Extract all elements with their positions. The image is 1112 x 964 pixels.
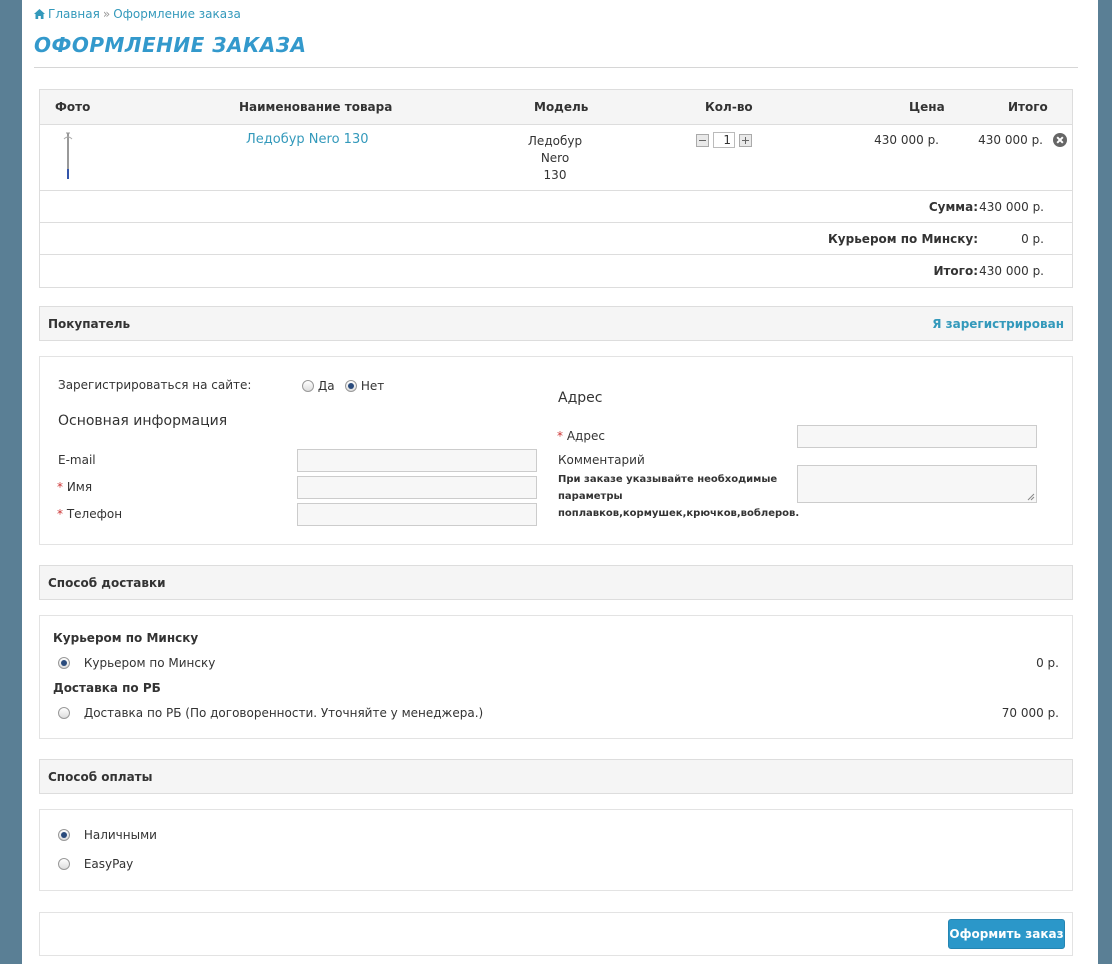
col-price: Цена bbox=[909, 100, 945, 114]
payment-heading: Способ оплаты bbox=[48, 770, 153, 784]
address-label-text: Адрес bbox=[566, 429, 605, 443]
name-field[interactable] bbox=[297, 476, 537, 499]
comment-textarea[interactable] bbox=[797, 465, 1037, 503]
main-info-heading: Основная информация bbox=[58, 413, 228, 429]
payment-option-easypay[interactable]: EasyPay bbox=[58, 857, 133, 871]
totals-row-sum: Сумма: 430 000 р. bbox=[40, 191, 1072, 223]
cart-item-row: Ледобур Nero 130 Ледобур Nero 130 1 430 … bbox=[40, 125, 1072, 191]
cart-table: Фото Наименование товара Модель Кол-во Ц… bbox=[39, 89, 1073, 288]
home-icon bbox=[34, 9, 45, 19]
comment-hint: При заказе указывайте необходимые параме… bbox=[558, 471, 799, 522]
product-thumbnail[interactable] bbox=[62, 131, 74, 181]
buyer-panel: Зарегистрироваться на сайте: Да Нет Осно… bbox=[39, 356, 1073, 545]
title-divider bbox=[34, 67, 1078, 68]
name-required-mark: * bbox=[57, 480, 63, 494]
page: Главная» Оформление заказа ОФОРМЛЕНИЕ ЗАК… bbox=[22, 0, 1098, 964]
register-no-radio[interactable] bbox=[345, 380, 357, 392]
payment-cash-label: Наличными bbox=[83, 828, 157, 842]
remove-item-icon[interactable] bbox=[1053, 133, 1067, 147]
payment-easypay-label: EasyPay bbox=[83, 857, 134, 871]
totals-row-delivery: Курьером по Минску: 0 р. bbox=[40, 223, 1072, 255]
delivery-panel: Курьером по Минску Курьером по Минску 0 … bbox=[39, 615, 1073, 739]
product-name-link[interactable]: Ледобур Nero 130 bbox=[246, 132, 369, 147]
email-field[interactable] bbox=[297, 449, 537, 472]
product-model: Ледобур Nero 130 bbox=[515, 133, 595, 184]
address-required-mark: * bbox=[557, 429, 563, 443]
comment-hint-line2: параметры bbox=[558, 491, 623, 502]
breadcrumb-current-link[interactable]: Оформление заказа bbox=[113, 7, 241, 21]
delivery-cost-value: 0 р. bbox=[1021, 232, 1044, 246]
delivery-panel-header: Способ доставки bbox=[39, 565, 1073, 600]
register-yes-radio[interactable] bbox=[302, 380, 314, 392]
register-no-label: Нет bbox=[360, 379, 385, 393]
phone-required-mark: * bbox=[57, 507, 63, 521]
col-photo: Фото bbox=[55, 100, 91, 114]
comment-hint-line1: При заказе указывайте необходимые bbox=[558, 474, 778, 485]
delivery-heading: Способ доставки bbox=[48, 576, 166, 590]
payment-panel: Наличными EasyPay bbox=[39, 809, 1073, 891]
sum-label: Сумма: bbox=[928, 200, 978, 214]
delivery-rb-price: 70 000 р. bbox=[1001, 706, 1059, 720]
name-label-text: Имя bbox=[66, 480, 93, 494]
delivery-cost-label: Курьером по Минску: bbox=[828, 232, 978, 246]
item-total: 430 000 р. bbox=[978, 133, 1043, 147]
col-name: Наименование товара bbox=[239, 100, 393, 114]
breadcrumb-separator: » bbox=[102, 7, 111, 21]
buyer-heading: Покупатель bbox=[48, 317, 131, 331]
address-heading: Адрес bbox=[558, 390, 603, 406]
breadcrumb-home-link[interactable]: Главная bbox=[48, 7, 100, 21]
comment-label: Комментарий bbox=[558, 453, 645, 467]
submit-panel: Оформить заказ bbox=[39, 912, 1073, 956]
address-field[interactable] bbox=[797, 425, 1037, 448]
qty-increase-button[interactable] bbox=[739, 133, 752, 147]
grand-total-value: 430 000 р. bbox=[979, 264, 1044, 278]
email-label: E-mail bbox=[58, 453, 96, 467]
login-link[interactable]: Я зарегистрирован bbox=[932, 317, 1064, 331]
product-model-line1: Ледобур Nero bbox=[527, 134, 583, 165]
phone-field[interactable] bbox=[297, 503, 537, 526]
totals-row-total: Итого: 430 000 р. bbox=[40, 255, 1072, 287]
phone-label: * Телефон bbox=[57, 507, 122, 521]
col-model: Модель bbox=[534, 100, 589, 114]
grand-total-label: Итого: bbox=[933, 264, 978, 278]
place-order-button[interactable]: Оформить заказ bbox=[948, 919, 1065, 949]
delivery-minsk-price: 0 р. bbox=[1036, 656, 1059, 670]
delivery-minsk-label: Курьером по Минску bbox=[83, 656, 216, 670]
page-title: ОФОРМЛЕНИЕ ЗАКАЗА bbox=[34, 33, 307, 57]
phone-label-text: Телефон bbox=[66, 507, 123, 521]
qty-input[interactable]: 1 bbox=[713, 132, 735, 148]
comment-hint-line3: поплавков,кормушек,крючков,воблеров. bbox=[558, 508, 800, 519]
register-yes-option[interactable]: Да bbox=[302, 379, 335, 393]
col-total: Итого bbox=[1008, 100, 1048, 114]
register-yes-label: Да bbox=[317, 379, 335, 393]
delivery-group-title-rb: Доставка по РБ bbox=[53, 681, 161, 695]
payment-easypay-radio[interactable] bbox=[58, 858, 70, 870]
delivery-option-minsk[interactable]: Курьером по Минску bbox=[58, 656, 215, 670]
quantity-stepper: 1 bbox=[696, 132, 752, 148]
delivery-option-rb[interactable]: Доставка по РБ (По договоренности. Уточн… bbox=[58, 706, 483, 720]
name-label: * Имя bbox=[57, 480, 92, 494]
delivery-rb-label: Доставка по РБ (По договоренности. Уточн… bbox=[83, 706, 484, 720]
payment-cash-radio[interactable] bbox=[58, 829, 70, 841]
product-model-line2: 130 bbox=[543, 168, 567, 182]
breadcrumb: Главная» Оформление заказа bbox=[34, 7, 241, 21]
register-label: Зарегистрироваться на сайте: bbox=[58, 378, 252, 392]
col-qty: Кол-во bbox=[705, 100, 753, 114]
qty-decrease-button[interactable] bbox=[696, 133, 709, 147]
payment-option-cash[interactable]: Наличными bbox=[58, 828, 157, 842]
cart-header-row: Фото Наименование товара Модель Кол-во Ц… bbox=[40, 90, 1072, 125]
address-label: * Адрес bbox=[557, 429, 605, 443]
delivery-rb-radio[interactable] bbox=[58, 707, 70, 719]
buyer-panel-header: Покупатель Я зарегистрирован bbox=[39, 306, 1073, 341]
sum-value: 430 000 р. bbox=[979, 200, 1044, 214]
delivery-minsk-radio[interactable] bbox=[58, 657, 70, 669]
delivery-group-title-minsk: Курьером по Минску bbox=[53, 631, 199, 645]
register-no-option[interactable]: Нет bbox=[345, 379, 384, 393]
resize-handle-icon[interactable] bbox=[1027, 493, 1035, 501]
payment-panel-header: Способ оплаты bbox=[39, 759, 1073, 794]
item-price: 430 000 р. bbox=[874, 133, 939, 147]
